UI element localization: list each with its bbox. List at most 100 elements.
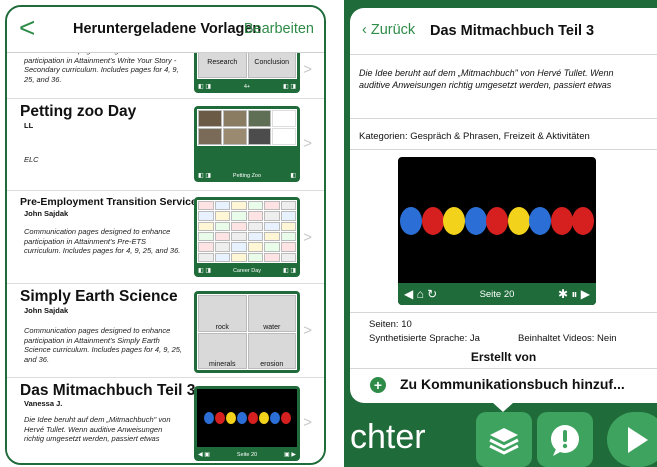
- thumb-nav-icon: ◀ ▣: [198, 452, 210, 458]
- back-chevron-icon[interactable]: <: [19, 13, 35, 43]
- divider: [350, 312, 657, 313]
- balloon-icon: [529, 207, 551, 235]
- thumb-nav-icon: ◧ ◨: [198, 84, 212, 90]
- template-author: Vanessa J.: [24, 399, 63, 408]
- thumb-bar-label: Petting Zoo: [232, 172, 262, 179]
- balloon-icon: [507, 207, 530, 235]
- balloon-icon: [486, 207, 508, 235]
- balloon-icon: [247, 412, 258, 424]
- back-label: Zurück: [370, 22, 416, 38]
- thumb-cell: minerals: [198, 332, 247, 369]
- template-thumbnail: Research Conclusion ◧ ◨ 4+ ◧ ◨: [194, 53, 300, 93]
- balloon-preview: [197, 389, 297, 447]
- template-list: Communication pages designed to enhance …: [7, 53, 324, 463]
- balloon-icon: [236, 412, 247, 424]
- template-description: Communication pages designed to enhance …: [24, 227, 181, 255]
- divider: [350, 149, 657, 150]
- chevron-right-icon: >: [303, 322, 312, 339]
- thumb-cell: erosion: [247, 332, 296, 369]
- list-item[interactable]: Communication pages designed to enhance …: [7, 53, 324, 99]
- left-header: < Heruntergeladene Vorlagen Bearbeiten: [7, 7, 324, 53]
- template-title: Pre-Employment Transition Services: [20, 196, 203, 208]
- thumb-cell: rock: [198, 295, 247, 332]
- edit-button[interactable]: Bearbeiten: [244, 21, 314, 37]
- thumb-bar-label: 4+: [243, 83, 251, 90]
- divider: [350, 368, 657, 369]
- thumb-cell: Research: [198, 53, 247, 78]
- chevron-right-icon: >: [303, 135, 312, 152]
- thumb-nav-icon: ◧: [290, 173, 296, 179]
- balloon-icon: [225, 412, 236, 424]
- preview-page-label: Seite 20: [479, 288, 515, 300]
- balloon-icon: [550, 207, 573, 235]
- template-detail-panel: ‹ Zurück Das Mitmachbuch Teil 3 Die Idee…: [350, 8, 657, 403]
- balloon-icon: [572, 207, 594, 235]
- thumb-nav-icon: ▣ ▶: [284, 452, 296, 458]
- list-item[interactable]: Pre-Employment Transition Services John …: [7, 191, 324, 284]
- thumb-bar-label: Career Day: [232, 267, 262, 274]
- balloon-icon: [214, 412, 225, 424]
- template-title: Simply Earth Science: [20, 288, 178, 305]
- list-item[interactable]: Das Mitmachbuch Teil 3 Vanessa J. Die Id…: [7, 378, 324, 463]
- thumb-cell: water: [247, 295, 296, 332]
- template-author: LL: [24, 121, 34, 130]
- list-item[interactable]: Petting zoo Day LL ELC ◧ ◨ Petting Zoo ◧ >: [7, 99, 324, 191]
- template-description: Communication pages designed to enhance …: [24, 326, 182, 364]
- divider: [350, 118, 657, 119]
- balloon-icon: [280, 412, 291, 424]
- template-thumbnail: ◧ ◨ Petting Zoo ◧: [194, 106, 300, 182]
- layers-button[interactable]: [476, 412, 532, 467]
- template-description: ELC: [24, 155, 39, 164]
- balloon-icon: [203, 412, 214, 424]
- template-title: Das Mitmachbuch Teil 3: [20, 382, 196, 399]
- nav-left-icon: ◀ ⌂ ↻: [404, 287, 438, 301]
- play-button[interactable]: [607, 412, 657, 467]
- thumb-bar-label: Seite 20: [236, 451, 258, 458]
- alert-button[interactable]: [537, 412, 593, 467]
- detail-title: Das Mitmachbuch Teil 3: [430, 23, 595, 39]
- balloon-icon: [258, 412, 269, 424]
- template-author: John Sajdak: [24, 209, 69, 218]
- thumb-nav-icon: ◧ ◨: [198, 173, 212, 179]
- page-preview: ◀ ⌂ ↻ Seite 20 ✱ ⏸ ▶: [398, 157, 596, 305]
- detail-videos: Beinhaltet Videos: Nein: [518, 333, 617, 344]
- chevron-right-icon: >: [303, 61, 312, 78]
- balloon-icon: [464, 207, 487, 235]
- template-title: Petting zoo Day: [20, 103, 137, 120]
- add-to-book-label: Zu Kommunikationsbuch hinzuf...: [400, 376, 625, 392]
- template-description: Die Idee beruht auf dem „Mitmachbuch" vo…: [24, 415, 171, 443]
- created-by-header: Erstellt von: [470, 350, 537, 364]
- chevron-right-icon: >: [303, 414, 312, 431]
- nav-right-icon: ✱ ⏸ ▶: [558, 286, 590, 301]
- popover-pointer: [492, 402, 514, 412]
- detail-pages: Seiten: 10: [369, 319, 412, 330]
- bottom-partial-text: chter: [350, 418, 426, 456]
- balloon-icon: [269, 412, 280, 424]
- template-thumbnail: ◀ ▣ Seite 20 ▣ ▶: [194, 386, 300, 461]
- layers-icon: [489, 427, 519, 455]
- preview-toolbar: ◀ ⌂ ↻ Seite 20 ✱ ⏸ ▶: [398, 283, 596, 305]
- template-author: John Sajdak: [24, 306, 69, 315]
- balloon-icon: [443, 207, 465, 235]
- thumb-nav-icon: ◧ ◨: [282, 84, 296, 90]
- template-thumbnail: rock water minerals erosion: [194, 291, 300, 373]
- back-button[interactable]: ‹ Zurück: [362, 22, 415, 38]
- chevron-right-icon: >: [303, 229, 312, 246]
- alert-icon: [551, 424, 579, 456]
- add-to-book-button[interactable]: + Zu Kommunikationsbuch hinzuf...: [350, 370, 657, 400]
- detail-description: Die Idee beruht auf dem „Mitmachbuch" vo…: [359, 68, 614, 90]
- balloon-icon: [400, 207, 422, 235]
- thumb-cell: Conclusion: [247, 53, 296, 78]
- balloon-icon: [421, 207, 444, 235]
- detail-header: ‹ Zurück Das Mitmachbuch Teil 3: [350, 8, 657, 55]
- page-title: Heruntergeladene Vorlagen: [73, 21, 262, 37]
- thumb-nav-icon: ◧ ◨: [282, 268, 296, 274]
- detail-categories: Kategorien: Gespräch & Phrasen, Freizeit…: [359, 131, 590, 142]
- detail-speech: Synthetisierte Sprache: Ja: [369, 333, 480, 344]
- downloaded-templates-panel: < Heruntergeladene Vorlagen Bearbeiten C…: [5, 5, 326, 465]
- template-description: Communication pages designed to enhance …: [24, 53, 179, 84]
- plus-icon: +: [370, 377, 386, 393]
- thumb-nav-icon: ◧ ◨: [198, 268, 212, 274]
- play-icon: [628, 426, 648, 453]
- list-item[interactable]: Simply Earth Science John Sajdak Communi…: [7, 284, 324, 378]
